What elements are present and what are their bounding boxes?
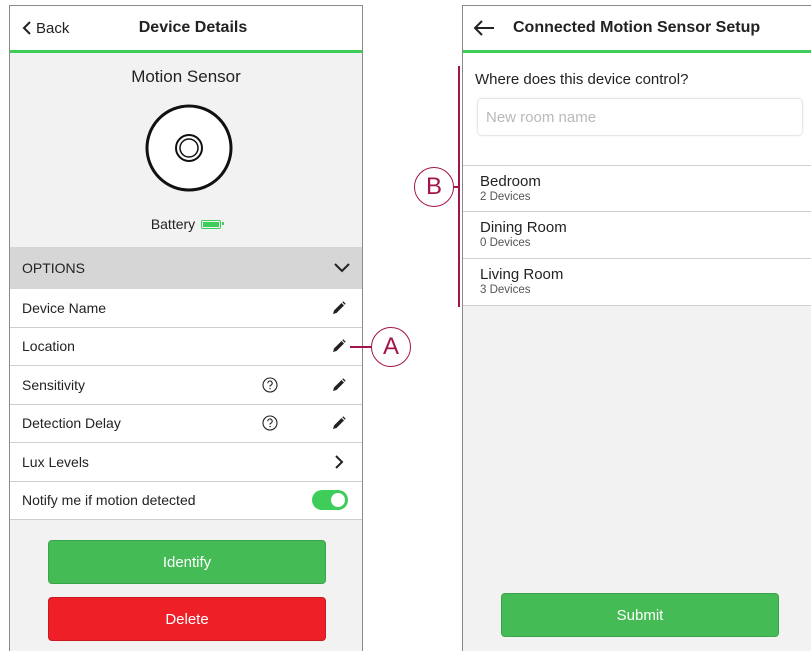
room-device-count: 0 Devices bbox=[480, 237, 531, 249]
room-name: Bedroom bbox=[480, 173, 541, 190]
room-item-dining-room[interactable]: Dining Room 0 Devices bbox=[463, 212, 811, 259]
room-item-bedroom[interactable]: Bedroom 2 Devices bbox=[463, 165, 811, 212]
room-device-count: 2 Devices bbox=[480, 191, 531, 203]
delete-button[interactable]: Delete bbox=[48, 597, 326, 641]
battery-label: Battery bbox=[150, 216, 196, 232]
row-notify-motion: Notify me if motion detected bbox=[10, 481, 362, 520]
callout-a-line bbox=[350, 346, 372, 348]
callout-a: A bbox=[371, 327, 411, 367]
header: Connected Motion Sensor Setup bbox=[463, 6, 811, 53]
row-detection-delay[interactable]: Detection Delay bbox=[10, 404, 362, 443]
options-list: Device Name Location Sensitivity Detecti… bbox=[10, 289, 362, 520]
header: Back Device Details bbox=[10, 6, 362, 53]
row-label: Sensitivity bbox=[22, 376, 86, 393]
room-device-count: 3 Devices bbox=[480, 284, 531, 296]
row-sensitivity[interactable]: Sensitivity bbox=[10, 366, 362, 405]
options-header[interactable]: OPTIONS bbox=[10, 247, 362, 289]
pencil-icon[interactable] bbox=[332, 416, 346, 430]
row-label: Detection Delay bbox=[22, 415, 121, 432]
submit-button[interactable]: Submit bbox=[501, 593, 779, 637]
room-name: Dining Room bbox=[480, 219, 567, 236]
arrow-left-icon[interactable] bbox=[473, 19, 495, 37]
room-item-living-room[interactable]: Living Room 3 Devices bbox=[463, 259, 811, 306]
row-label: Location bbox=[22, 338, 75, 355]
motion-sensor-setup-screen: Connected Motion Sensor Setup Where does… bbox=[462, 5, 811, 651]
room-question: Where does this device control? bbox=[475, 71, 689, 88]
pencil-icon[interactable] bbox=[332, 301, 346, 315]
identify-button[interactable]: Identify bbox=[48, 540, 326, 584]
device-name: Motion Sensor bbox=[131, 67, 241, 86]
battery-status: Battery bbox=[10, 216, 362, 232]
pencil-icon[interactable] bbox=[332, 378, 346, 392]
device-details-screen: Back Device Details Motion Sensor Batter… bbox=[9, 5, 363, 651]
page-title: Connected Motion Sensor Setup bbox=[513, 19, 761, 36]
row-lux-levels[interactable]: Lux Levels bbox=[10, 443, 362, 482]
pencil-icon[interactable] bbox=[332, 339, 346, 353]
row-label: Device Name bbox=[22, 299, 107, 316]
row-label: Lux Levels bbox=[22, 453, 89, 470]
row-location[interactable]: Location bbox=[10, 327, 362, 366]
row-label: Notify me if motion detected bbox=[22, 492, 196, 509]
room-list: Bedroom 2 Devices Dining Room 0 Devices … bbox=[463, 165, 811, 306]
chevron-right-icon bbox=[335, 455, 344, 469]
motion-sensor-icon bbox=[145, 104, 233, 192]
callout-b: B bbox=[414, 167, 454, 207]
row-device-name[interactable]: Device Name bbox=[10, 289, 362, 328]
chevron-down-icon bbox=[334, 263, 350, 273]
options-label: OPTIONS bbox=[22, 260, 86, 276]
question-icon[interactable] bbox=[262, 415, 278, 431]
room-name: Living Room bbox=[480, 266, 564, 283]
page-title: Device Details bbox=[138, 19, 248, 36]
notify-toggle[interactable] bbox=[312, 490, 348, 511]
question-icon[interactable] bbox=[262, 377, 278, 393]
new-room-input[interactable] bbox=[477, 98, 803, 136]
battery-full-icon bbox=[201, 219, 225, 229]
room-entry-panel: Where does this device control? bbox=[463, 53, 811, 165]
